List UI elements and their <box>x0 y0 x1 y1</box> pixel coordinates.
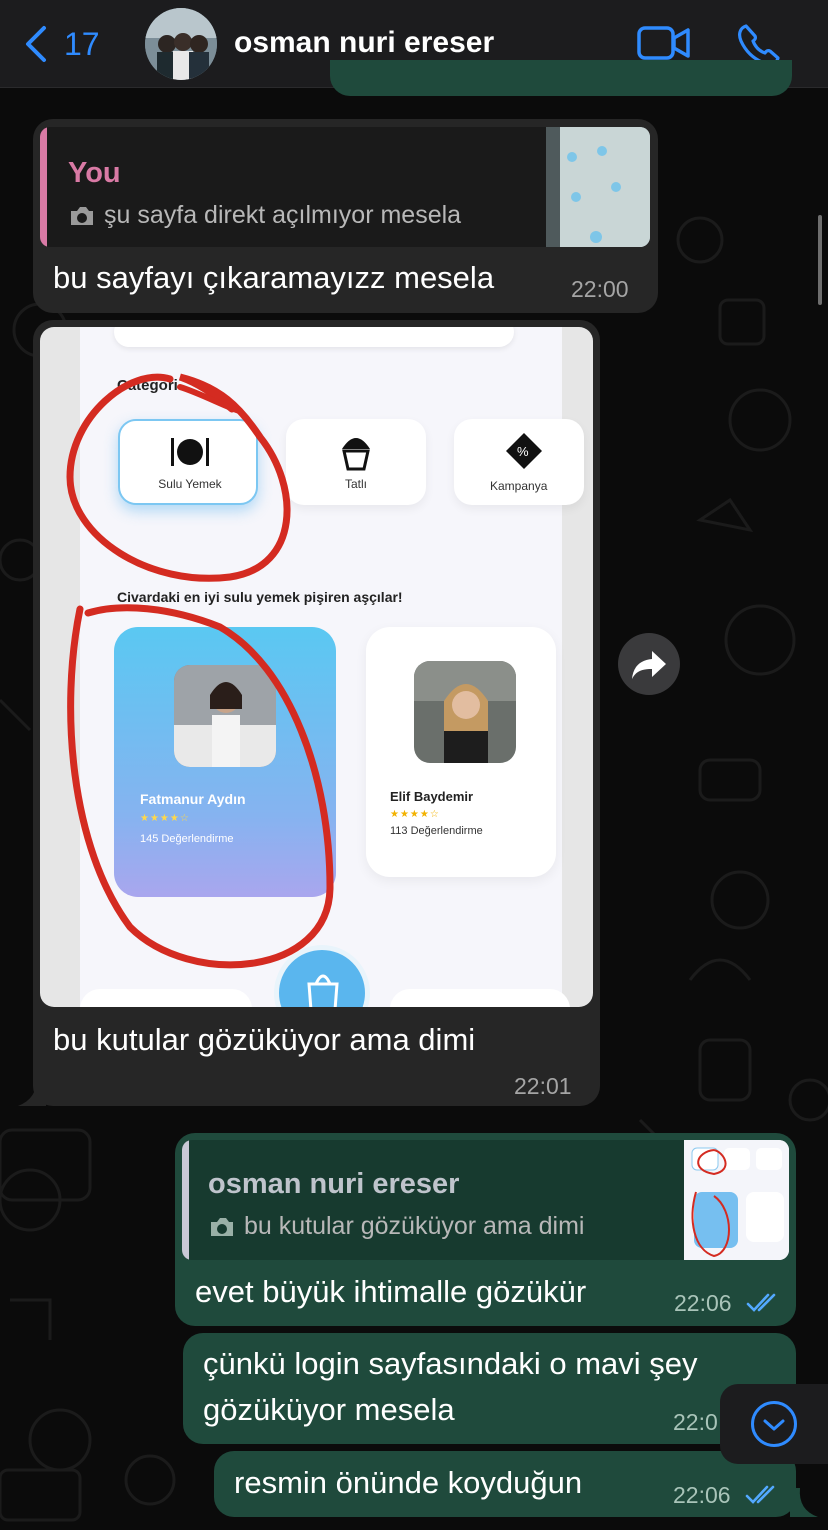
contact-name[interactable]: osman nuri ereser <box>234 26 494 60</box>
avatar-photo <box>145 8 217 80</box>
back-button[interactable]: 17 <box>22 24 112 64</box>
quote-thumbnail <box>546 127 650 247</box>
quote-text-row: şu sayfa direkt açılmıyor mesela <box>68 201 461 230</box>
scroll-to-bottom-button[interactable] <box>720 1384 828 1464</box>
message-bubble-incoming[interactable]: You şu sayfa direkt açılmıyor mesela bu … <box>33 119 658 313</box>
message-text-line: çünkü login sayfasındaki o mavi şey <box>203 1346 698 1381</box>
thumbnail-image <box>684 1140 789 1260</box>
quote-bar <box>40 127 47 247</box>
camera-icon <box>71 206 93 225</box>
chevron-left-icon <box>26 26 46 62</box>
message-time: 22:00 <box>571 276 629 302</box>
read-receipt-icon <box>746 1293 776 1312</box>
scroll-indicator <box>818 215 822 305</box>
reply-quote[interactable]: You şu sayfa direkt açılmıyor mesela <box>40 127 650 247</box>
quote-thumbnail <box>684 1140 789 1260</box>
message-bubble-outgoing[interactable]: osman nuri ereser bu kutular gözüküyor a… <box>175 1133 796 1326</box>
message-text: resmin önünde koyduğun <box>234 1465 583 1500</box>
bubble-tail-outgoing <box>790 1488 818 1517</box>
message-text: bu sayfayı çıkaramayızz mesela <box>53 260 495 295</box>
red-annotation-drawing <box>66 373 334 969</box>
quote-author: You <box>68 157 121 189</box>
quote-author: osman nuri ereser <box>208 1168 460 1200</box>
message-text-line: gözüküyor mesela <box>203 1392 455 1427</box>
forward-arrow-icon <box>632 651 666 679</box>
thumbnail-image <box>546 127 650 247</box>
message-bubble-outgoing[interactable]: çünkü login sayfasındaki o mavi şey gözü… <box>183 1333 796 1444</box>
message-time: 22:06 <box>674 1290 732 1316</box>
bubble-tail-incoming <box>18 1078 46 1106</box>
message-bubble-outgoing[interactable]: resmin önünde koyduğun 22:06 <box>214 1451 796 1517</box>
previous-outgoing-bubble <box>330 60 792 96</box>
camera-icon <box>211 1217 233 1236</box>
message-bubble-incoming-image[interactable]: Categori Sulu Yemek Tatlı % Kampanya Civ <box>33 320 600 1106</box>
message-time: 22:0 <box>673 1409 718 1435</box>
message-image[interactable]: Categori Sulu Yemek Tatlı % Kampanya Civ <box>40 327 593 1007</box>
forward-button[interactable] <box>618 633 680 695</box>
quote-bar <box>182 1140 189 1260</box>
message-text: evet büyük ihtimalle gözükür <box>195 1274 587 1309</box>
quote-text: şu sayfa direkt açılmıyor mesela <box>104 201 462 229</box>
chevron-down-icon <box>763 1419 785 1431</box>
message-text: bu kutular gözüküyor ama dimi <box>53 1022 476 1057</box>
message-time: 22:01 <box>514 1073 572 1099</box>
read-receipt-icon <box>745 1485 775 1504</box>
reply-quote[interactable]: osman nuri ereser bu kutular gözüküyor a… <box>182 1140 789 1260</box>
contact-avatar[interactable] <box>145 8 217 80</box>
quote-text-row: bu kutular gözüküyor ama dimi <box>208 1212 584 1241</box>
unread-count: 17 <box>64 25 100 62</box>
quote-text: bu kutular gözüküyor ama dimi <box>244 1212 585 1240</box>
message-time: 22:06 <box>673 1482 731 1508</box>
